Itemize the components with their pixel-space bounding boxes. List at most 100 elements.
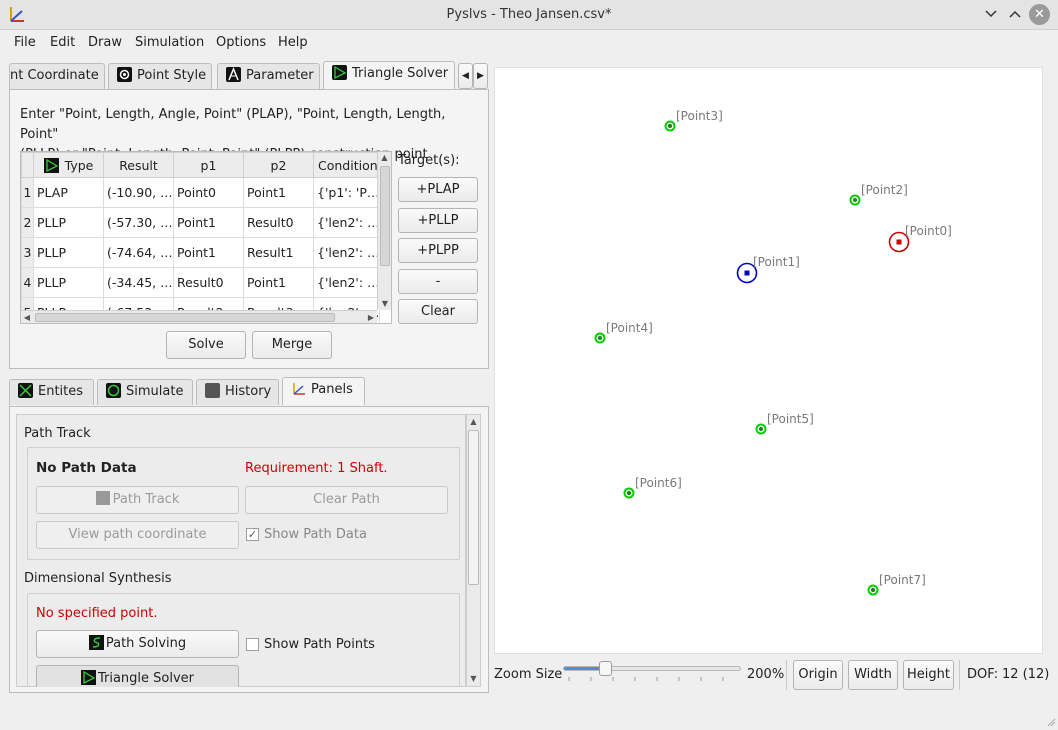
point-point2[interactable]: [Point2] — [849, 183, 908, 206]
table-hscroll-thumb[interactable] — [35, 313, 335, 322]
tab-history[interactable]: History — [196, 379, 279, 405]
menu-simulation[interactable]: Simulation — [135, 34, 204, 52]
scroll-left-arrow[interactable]: ◀ — [21, 311, 33, 323]
close-button[interactable]: ✕ — [1029, 4, 1050, 25]
table-vertical-scrollbar[interactable]: ▲ ▼ — [377, 152, 391, 310]
scroll-down-arrow[interactable]: ▼ — [467, 672, 480, 686]
triangle-solver-button[interactable]: Triangle Solver — [36, 665, 239, 687]
cell-p1[interactable]: Result0 — [173, 267, 244, 298]
table-row[interactable]: 1 PLAP (-10.90, … Point0 Point1 {'p1': 'P… — [21, 177, 380, 208]
path-track-button[interactable]: Path Track — [36, 486, 239, 514]
origin-button[interactable]: Origin — [793, 660, 843, 690]
row-number[interactable]: 2 — [21, 207, 34, 238]
add-plap-button[interactable]: +PLAP — [398, 177, 478, 202]
panels-scroll-thumb[interactable] — [468, 430, 479, 585]
table-row[interactable]: 2 PLLP (-57.30, … Point1 Result0 {'len2': … — [21, 207, 380, 238]
point-point0[interactable]: [Point0] — [888, 224, 952, 253]
view-path-coordinate-button[interactable]: View path coordinate — [36, 521, 239, 549]
menu-file[interactable]: File — [14, 34, 36, 52]
column-header-result[interactable]: Result — [103, 152, 174, 178]
column-header-type[interactable]: Type — [33, 152, 104, 178]
add-plpp-button[interactable]: +PLPP — [398, 238, 478, 263]
cell-p1[interactable]: Point0 — [173, 177, 244, 208]
dimensional-synthesis-title: Dimensional Synthesis — [24, 571, 172, 586]
cell-result[interactable]: (-34.45, … — [103, 267, 174, 298]
zoom-slider-handle[interactable] — [599, 661, 612, 676]
cell-type[interactable]: PLLP — [33, 237, 104, 268]
cell-cond[interactable]: {'p1': 'P… — [313, 177, 380, 208]
panels-vertical-scrollbar[interactable]: ▲ ▼ — [466, 414, 481, 687]
table-row[interactable]: 3 PLLP (-74.64, … Point1 Result1 {'len2': … — [21, 237, 380, 268]
path-solving-button[interactable]: Path Solving — [36, 630, 239, 658]
scroll-down-arrow[interactable]: ▼ — [378, 298, 391, 310]
table-scroll-thumb[interactable] — [380, 166, 390, 266]
show-path-data-checkbox[interactable]: ✓ — [246, 528, 259, 541]
resize-grip-icon[interactable] — [1046, 717, 1056, 727]
solve-button[interactable]: Solve — [166, 331, 246, 359]
scroll-up-arrow[interactable]: ▲ — [378, 152, 391, 164]
tab-label: Point Style — [137, 68, 207, 83]
tab-entities[interactable]: Entites — [9, 379, 94, 405]
row-number[interactable]: 1 — [21, 177, 34, 208]
menu-draw[interactable]: Draw — [88, 34, 122, 52]
clear-targets-button[interactable]: Clear — [398, 299, 478, 324]
cell-p2[interactable]: Result0 — [243, 207, 314, 238]
show-path-points-checkbox[interactable] — [246, 638, 259, 651]
tab-point-style[interactable]: Point Style — [108, 63, 212, 89]
cell-p2[interactable]: Point1 — [243, 267, 314, 298]
cell-type[interactable]: PLAP — [33, 177, 104, 208]
cell-p1[interactable]: Point1 — [173, 207, 244, 238]
add-pllp-button[interactable]: +PLLP — [398, 208, 478, 233]
table-horizontal-scrollbar[interactable]: ◀ ▶ — [21, 310, 377, 323]
point-point7[interactable]: [Point7] — [867, 573, 926, 596]
menu-help[interactable]: Help — [278, 34, 308, 52]
scroll-right-arrow[interactable]: ▶ — [365, 311, 377, 323]
tab-scroll-right-button[interactable]: ▶ — [473, 63, 488, 89]
cell-cond[interactable]: {'len2': … — [313, 267, 380, 298]
cell-p2[interactable]: Point1 — [243, 177, 314, 208]
cell-type[interactable]: PLLP — [33, 207, 104, 238]
cell-result[interactable]: (-57.30, … — [103, 207, 174, 238]
mechanism-drawing[interactable]: [Point3] [Point2] [Point0] [Point1] [Point4]… — [495, 68, 1044, 655]
fit-height-button[interactable]: Height — [903, 660, 954, 690]
column-header-condition[interactable]: Condition — [313, 152, 380, 178]
cell-result[interactable]: (-74.64, … — [103, 237, 174, 268]
cell-cond[interactable]: {'len2': … — [313, 207, 380, 238]
minimize-button[interactable] — [981, 5, 1001, 25]
column-header-p1[interactable]: p1 — [173, 152, 244, 178]
tab-triangle-solver[interactable]: Triangle Solver — [323, 61, 455, 89]
menu-edit[interactable]: Edit — [50, 34, 75, 52]
tab-simulate[interactable]: Simulate — [97, 379, 193, 405]
cell-result[interactable]: (-10.90, … — [103, 177, 174, 208]
chevron-right-icon: ▶ — [477, 71, 484, 81]
row-number[interactable]: 3 — [21, 237, 34, 268]
point-point6[interactable]: [Point6] — [623, 476, 682, 499]
point-point5[interactable]: [Point5] — [755, 412, 814, 435]
tab-parameter[interactable]: Parameter — [217, 63, 320, 89]
merge-button[interactable]: Merge — [252, 331, 332, 359]
tab-scroll-left-button[interactable]: ◀ — [458, 63, 473, 89]
clear-path-button[interactable]: Clear Path — [245, 486, 448, 514]
scroll-up-arrow[interactable]: ▲ — [467, 415, 480, 429]
point-point1[interactable]: [Point1] — [736, 255, 800, 284]
point-label: [Point1] — [753, 255, 800, 269]
maximize-button[interactable] — [1005, 5, 1025, 25]
cell-p2[interactable]: Result1 — [243, 237, 314, 268]
tab-point-coordinate[interactable]: nt Coordinate — [9, 63, 105, 89]
fit-width-button[interactable]: Width — [848, 660, 898, 690]
column-header-p2[interactable]: p2 — [243, 152, 314, 178]
tab-panels[interactable]: Panels — [282, 377, 365, 405]
cell-type[interactable]: PLLP — [33, 267, 104, 298]
row-number[interactable]: 4 — [21, 267, 34, 298]
triangle-solver-icon — [80, 670, 96, 685]
remove-target-button[interactable]: - — [398, 269, 478, 294]
point-point4[interactable]: [Point4] — [594, 321, 653, 344]
chevron-up-icon — [1009, 10, 1021, 18]
menu-options[interactable]: Options — [216, 34, 266, 52]
table-row[interactable]: 4 PLLP (-34.45, … Result0 Point1 {'len2': … — [21, 267, 380, 298]
main-canvas[interactable]: [Point3] [Point2] [Point0] [Point1] [Point4]… — [494, 67, 1043, 654]
path-solving-icon — [88, 635, 104, 650]
cell-p1[interactable]: Point1 — [173, 237, 244, 268]
cell-cond[interactable]: {'len2': … — [313, 237, 380, 268]
point-point3[interactable]: [Point3] — [664, 109, 723, 132]
